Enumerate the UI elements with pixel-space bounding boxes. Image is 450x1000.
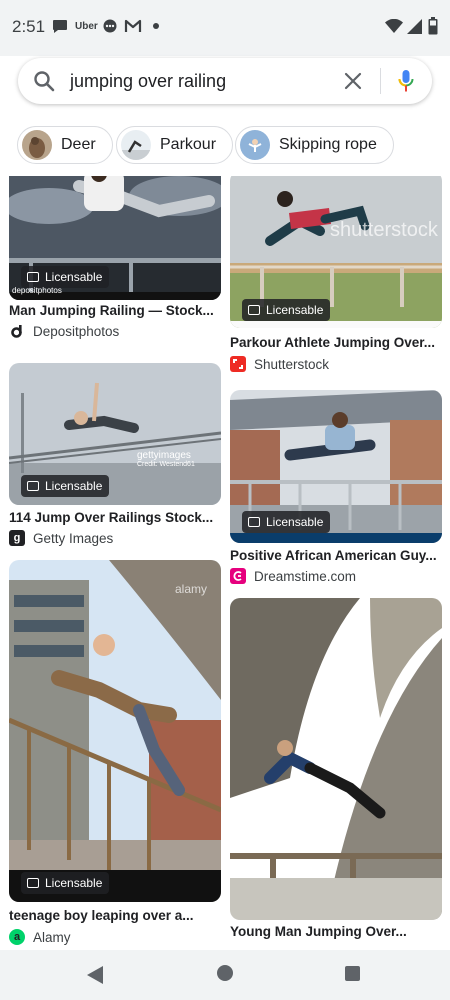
- chip-skipping-rope[interactable]: Skipping rope: [235, 126, 394, 164]
- result-title[interactable]: Young Man Jumping Over...: [230, 924, 442, 939]
- recents-icon[interactable]: [345, 966, 360, 981]
- result-source[interactable]: Shutterstock: [230, 355, 329, 373]
- chip-thumbnail: [121, 130, 151, 160]
- result-card[interactable]: Licensable depositphotos Man Jumping Rai…: [9, 176, 221, 346]
- image-icon: [27, 481, 39, 491]
- chip-thumbnail: [240, 130, 270, 160]
- search-icon[interactable]: [32, 69, 56, 93]
- image-results-grid: Licensable depositphotos Man Jumping Rai…: [0, 176, 450, 956]
- home-icon[interactable]: [217, 965, 233, 981]
- image-icon: [248, 517, 260, 527]
- dreamstime-icon: [230, 568, 246, 584]
- clear-icon[interactable]: [344, 72, 362, 90]
- search-header: jumping over railing Deer Parkour Skippi…: [0, 56, 450, 176]
- result-card[interactable]: Licensable Positive African American Guy…: [230, 390, 442, 585]
- status-time: 2:51: [12, 17, 46, 36]
- image-watermark: shutterstock: [330, 219, 438, 241]
- result-image[interactable]: Licensable depositphotos: [9, 176, 221, 300]
- getty-credit: Credit: Westend61: [137, 461, 195, 468]
- result-card[interactable]: shutterstock Licensable Parkour Athlete …: [230, 176, 442, 373]
- result-card[interactable]: gettyimages Credit: Westend61 Licensable…: [9, 363, 221, 553]
- dot-icon: [153, 23, 159, 29]
- chip-thumbnail: [22, 130, 52, 160]
- result-image[interactable]: Licensable: [230, 390, 442, 543]
- chip-label: Deer: [61, 136, 96, 153]
- getty-images-icon: g: [9, 530, 25, 546]
- licensable-badge: Licensable: [242, 511, 331, 533]
- licensable-badge: Licensable: [242, 299, 331, 321]
- search-bar[interactable]: jumping over railing: [18, 58, 432, 104]
- result-image[interactable]: alamy Licensable: [9, 560, 221, 902]
- getty-watermark: gettyimages: [137, 450, 191, 461]
- back-icon[interactable]: [87, 966, 103, 984]
- chip-label: Parkour: [160, 136, 217, 153]
- result-title[interactable]: teenage boy leaping over a...: [9, 908, 221, 923]
- search-input[interactable]: jumping over railing: [70, 71, 226, 92]
- image-watermark: alamy: [175, 582, 208, 596]
- result-title[interactable]: Parkour Athlete Jumping Over...: [230, 335, 442, 350]
- image-watermark: depositphotos: [12, 286, 62, 295]
- signal-icon: [407, 19, 422, 34]
- wifi-icon: [385, 19, 403, 33]
- gmail-icon: [124, 19, 142, 32]
- shutterstock-icon: [230, 356, 246, 372]
- chip-label: Skipping rope: [279, 136, 377, 153]
- result-source[interactable]: g Getty Images: [9, 529, 113, 547]
- licensable-badge: Licensable: [21, 872, 110, 894]
- result-source[interactable]: a Alamy: [9, 928, 71, 946]
- search-divider: [380, 68, 381, 94]
- chat-dots-icon: [103, 19, 117, 33]
- result-image[interactable]: gettyimages Credit: Westend61 Licensable: [9, 363, 221, 505]
- chat-bubble-icon: [53, 20, 67, 33]
- licensable-badge: Licensable: [21, 475, 110, 497]
- uber-icon: Uber: [75, 21, 98, 32]
- image-icon: [27, 878, 39, 888]
- chip-parkour[interactable]: Parkour: [116, 126, 234, 164]
- depositphotos-icon: [9, 323, 25, 339]
- alamy-icon: a: [9, 929, 25, 945]
- result-card[interactable]: alamy Licensable teenage boy leaping ove…: [9, 560, 221, 950]
- result-title[interactable]: Man Jumping Railing — Stock...: [9, 303, 221, 318]
- navigation-bar: [0, 950, 450, 1000]
- chip-deer[interactable]: Deer: [17, 126, 113, 164]
- image-icon: [27, 272, 39, 282]
- result-card[interactable]: Young Man Jumping Over...: [230, 598, 442, 956]
- status-bar: 2:51 Uber: [0, 0, 450, 56]
- result-image[interactable]: shutterstock Licensable: [230, 176, 442, 328]
- result-title[interactable]: 114 Jump Over Railings Stock...: [9, 510, 221, 525]
- suggestion-chips: Deer Parkour Skipping rope: [0, 126, 450, 166]
- image-icon: [248, 305, 260, 315]
- battery-icon: [428, 17, 438, 35]
- mic-icon[interactable]: [398, 69, 414, 93]
- result-source[interactable]: Dreamstime.com: [230, 567, 356, 585]
- result-title[interactable]: Positive African American Guy...: [230, 548, 442, 563]
- result-image[interactable]: [230, 598, 442, 920]
- result-source[interactable]: Depositphotos: [9, 322, 119, 340]
- licensable-badge: Licensable: [21, 266, 110, 288]
